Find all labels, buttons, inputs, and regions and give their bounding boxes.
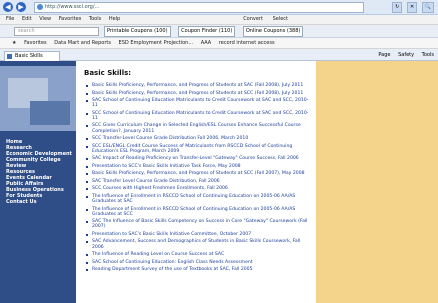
tab-title: Basic Skills	[15, 53, 43, 59]
star-icon: ★	[12, 40, 17, 46]
report-link[interactable]: SAC Transfer Level Course Grade Distribu…	[84, 179, 312, 184]
toolbar-buttons: Printable Coupons (100) Coupon Finder (1…	[104, 26, 309, 37]
tools-menu[interactable]: Tools	[422, 51, 434, 59]
online-coupons-button[interactable]: Online Coupons (388)	[242, 26, 304, 37]
browser-window: ◀ ▶ http://www.sscl.org/... ↻ ✕ 🔍 File E…	[0, 0, 438, 303]
address-bar-tools: ↻ ✕ 🔍	[389, 2, 434, 13]
menu-tools[interactable]: Tools	[89, 15, 101, 24]
nav-community-college-review[interactable]: Community College Review	[6, 157, 76, 169]
sidebar-nav: Home Research Economic Development Commu…	[6, 139, 76, 205]
menu-file[interactable]: File	[6, 15, 14, 24]
report-link[interactable]: The Influence of Enrollment in RSCCD Sch…	[84, 194, 312, 204]
report-link[interactable]: SAC Advancement, Success and Demographic…	[84, 239, 312, 250]
tab-row: Basic Skills Page Safety Tools	[0, 49, 438, 61]
report-link[interactable]: SCC Gives Curriculum Change in Selected …	[84, 123, 312, 134]
address-input[interactable]: http://www.sscl.org/...	[34, 2, 364, 13]
report-link[interactable]: SCC Courses with Highest Freshmen Enroll…	[84, 186, 312, 191]
report-link[interactable]: Presentation to SCC's Basic Skills Initi…	[84, 164, 312, 169]
address-bar-row: ◀ ▶ http://www.sscl.org/... ↻ ✕ 🔍	[0, 0, 438, 15]
favicon-icon	[7, 54, 12, 59]
bing-icon[interactable]: 🔍	[421, 2, 434, 13]
printable-coupons-button[interactable]: Printable Coupons (100)	[104, 26, 171, 37]
menu-right: Convert Select	[235, 15, 288, 24]
fav-esd[interactable]: ESD Employment Projection...	[119, 38, 194, 48]
tab-basic-skills[interactable]: Basic Skills	[4, 51, 60, 61]
fav-record[interactable]: record internet access	[219, 38, 275, 48]
report-link[interactable]: SAC School of Continuing Education Matri…	[84, 98, 312, 108]
report-link[interactable]: Reading Department Survey of the use of …	[84, 267, 312, 272]
forward-button[interactable]: ▶	[16, 2, 26, 12]
report-link[interactable]: SAC The Influence of Basic Skills Compet…	[84, 219, 312, 229]
favorites-label: Favorites	[24, 40, 47, 46]
page-viewport: Home Research Economic Development Commu…	[0, 61, 438, 303]
coupon-finder-button[interactable]: Coupon Finder (110)	[178, 26, 236, 37]
report-link[interactable]: SCC Transfer-Level Course Grade Distribu…	[84, 136, 312, 141]
report-link[interactable]: SCC ESL/ENGL Credit Course Success of Ma…	[84, 144, 312, 154]
report-link[interactable]: Basic Skills Proficiency, Performance, a…	[84, 171, 312, 176]
page-title: Basic Skills:	[84, 69, 132, 77]
page-menu[interactable]: Page	[378, 51, 390, 59]
safety-menu[interactable]: Safety	[398, 51, 414, 59]
report-link[interactable]: SCC School of Continuing Education Matri…	[84, 111, 312, 121]
select-button[interactable]: Select	[273, 15, 288, 24]
page-icon	[37, 4, 43, 10]
refresh-icon[interactable]: ↻	[392, 2, 403, 13]
menu-help[interactable]: Help	[109, 15, 120, 24]
fav-aaa[interactable]: AAA	[201, 38, 212, 48]
fav-data-mart[interactable]: Data Mart and Reports	[54, 38, 111, 48]
report-link[interactable]: Presentation to SAC's Basic Skills Initi…	[84, 232, 312, 237]
report-link[interactable]: The Influence of Reading Level on Course…	[84, 252, 312, 257]
content-box: Home Research Economic Development Commu…	[0, 61, 316, 303]
menu-view[interactable]: View	[39, 15, 51, 24]
report-link[interactable]: The Influence of Enrollment in RSCCD Sch…	[84, 207, 312, 217]
stop-icon[interactable]: ✕	[406, 2, 418, 13]
search-toolbar: search Printable Coupons (100) Coupon Fi…	[0, 25, 438, 38]
report-link[interactable]: Basic Skills Proficiency, Performance, a…	[84, 83, 312, 88]
sidebar-image	[0, 66, 76, 131]
main-content: Basic Skills: Basic Skills Proficiency, …	[84, 69, 312, 275]
report-list: Basic Skills Proficiency, Performance, a…	[84, 83, 312, 272]
report-link[interactable]: SAC Impact of Reading Proficiency on Tra…	[84, 156, 312, 161]
report-link[interactable]: Basic Skills Proficiency, Performance, a…	[84, 91, 312, 96]
url-text: http://www.sscl.org/...	[45, 4, 100, 10]
search-input[interactable]: search	[14, 27, 99, 36]
favorites-bar: ★ Favorites Data Mart and Reports ESD Em…	[0, 38, 438, 49]
menu-favorites[interactable]: Favorites	[59, 15, 82, 24]
sidebar-image-shape	[30, 101, 70, 125]
sidebar: Home Research Economic Development Commu…	[0, 61, 76, 303]
favorites-button[interactable]: ★ Favorites	[6, 38, 47, 48]
command-bar: Page Safety Tools	[372, 51, 434, 59]
menu-edit[interactable]: Edit	[22, 15, 32, 24]
report-link[interactable]: SAC School of Continuing Education: Engl…	[84, 260, 312, 265]
menu-bar: File Edit View Favorites Tools Help Conv…	[0, 15, 438, 25]
back-button[interactable]: ◀	[3, 2, 13, 12]
convert-button[interactable]: Convert	[243, 15, 263, 24]
nav-contact-us[interactable]: Contact Us	[6, 199, 76, 205]
